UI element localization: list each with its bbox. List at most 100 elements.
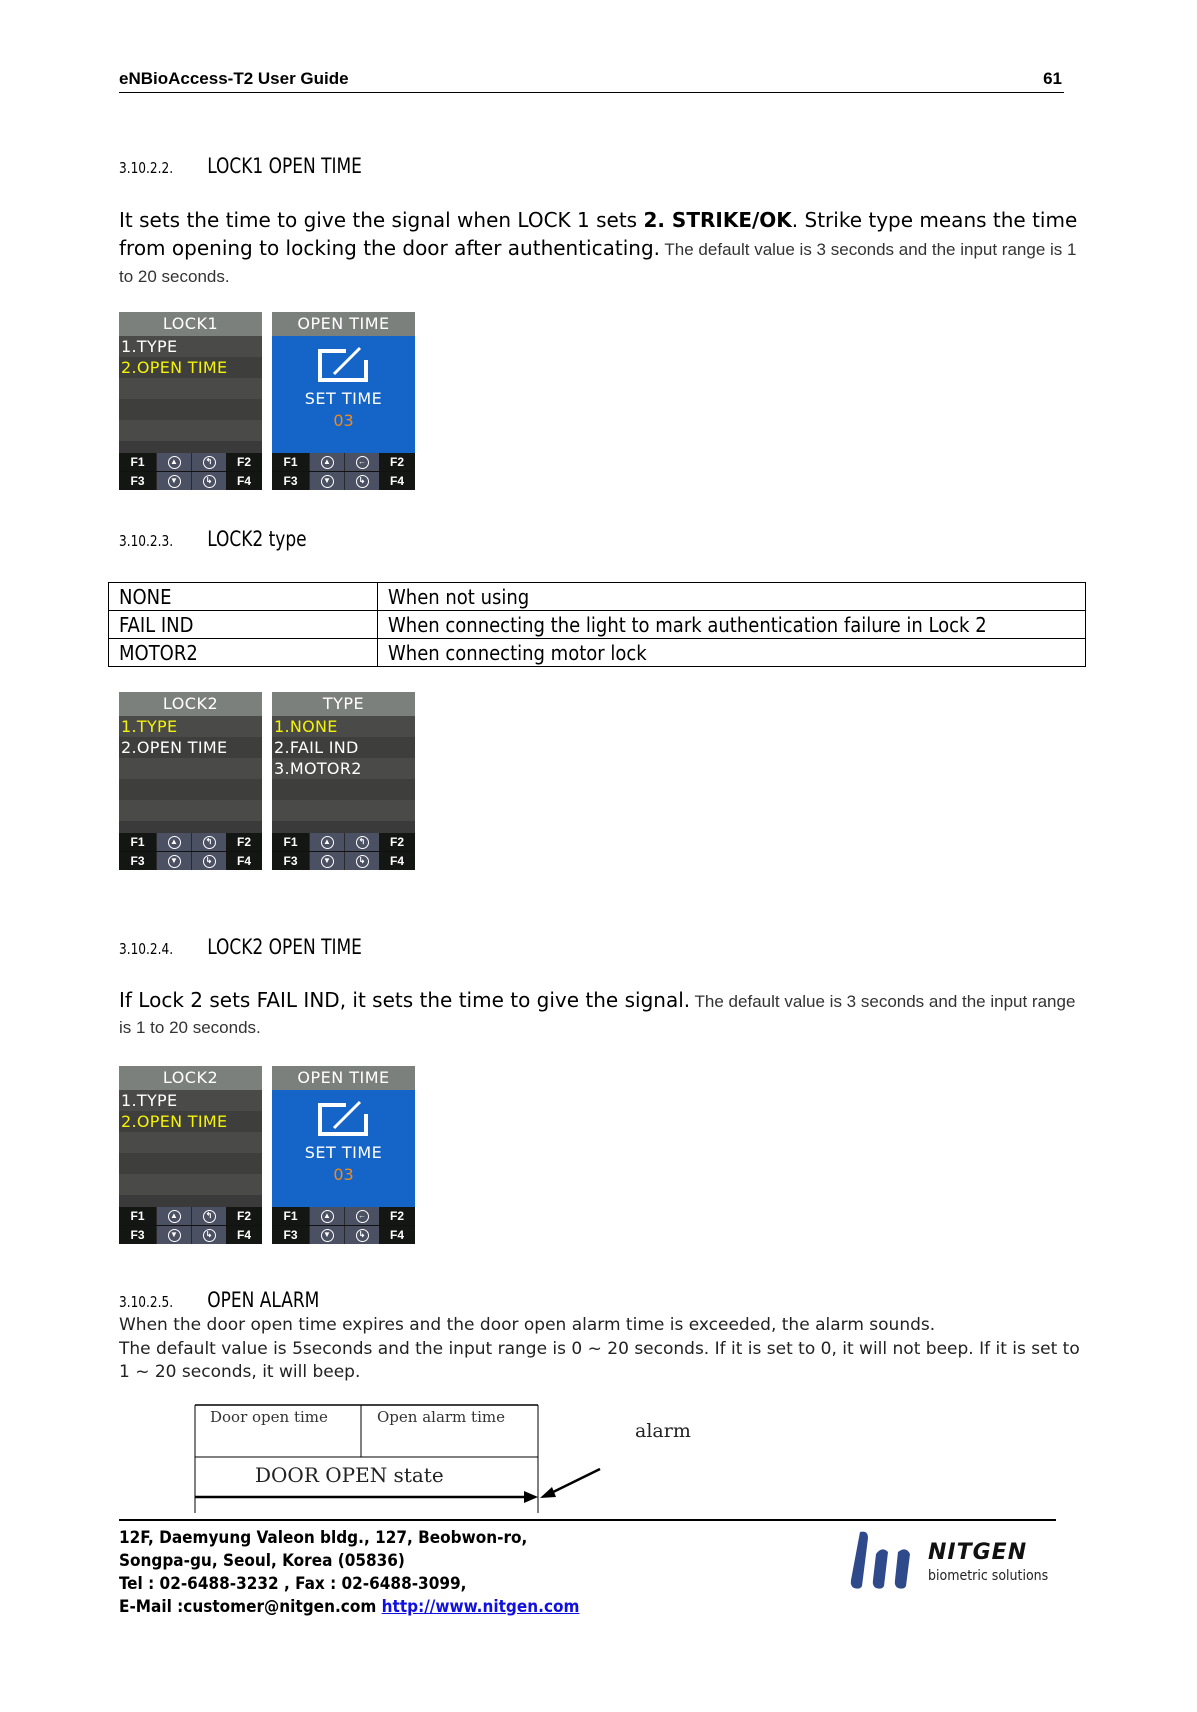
set-time-panel: SET TIME 03 [272,1090,415,1207]
left-key[interactable]: ← [344,453,379,471]
set-time-value[interactable]: 03 [272,1165,415,1184]
enter-key[interactable]: ↳ [344,852,379,870]
f1-key[interactable]: F1 [119,1207,156,1225]
up-key[interactable]: ▲ [156,1207,191,1225]
enter-key[interactable]: ↳ [344,472,379,490]
menu-item-open-time-selected[interactable]: 2.OPEN TIME [119,1111,262,1132]
f4-key[interactable]: F4 [226,1226,262,1244]
f3-key[interactable]: F3 [272,1226,309,1244]
enter-arrow-icon: ↳ [355,1228,369,1242]
screen-title: LOCK2 [119,692,262,716]
nitgen-logo-mark-icon [850,1531,910,1589]
section-number: 3.10.2.2. [119,159,174,177]
menu-list: 1.TYPE 2.OPEN TIME [119,1090,262,1207]
f4-key[interactable]: F4 [226,472,262,490]
up-key[interactable]: ▲ [156,833,191,851]
enter-key[interactable]: ↳ [191,852,226,870]
back-key[interactable]: ↰ [344,833,379,851]
down-key[interactable]: ▼ [309,472,344,490]
up-key[interactable]: ▲ [156,453,191,471]
f4-key[interactable]: F4 [379,472,415,490]
description-cell: When connecting the light to mark authen… [377,610,1086,639]
page-number: 61 [1043,69,1062,88]
menu-item-open-time-selected[interactable]: 2.OPEN TIME [119,357,262,378]
website-link[interactable]: http://www.nitgen.com [382,1597,580,1617]
down-arrow-icon: ▼ [320,854,334,868]
f3-key[interactable]: F3 [119,852,156,870]
enter-arrow-icon: ↳ [202,854,216,868]
menu-list: 1.TYPE 2.OPEN TIME [119,716,262,833]
f4-key[interactable]: F4 [379,852,415,870]
description-text: If Lock 2 sets FAIL IND, it sets the tim… [119,988,691,1012]
menu-item-type-selected[interactable]: 1.TYPE [119,716,262,737]
lock1-open-time-description: It sets the time to give the signal when… [119,206,1084,290]
f1-key[interactable]: F1 [119,453,156,471]
f2-key[interactable]: F2 [379,833,415,851]
menu-item-motor2[interactable]: 3.MOTOR2 [272,758,415,779]
down-key[interactable]: ▼ [156,472,191,490]
up-arrow-icon: ▲ [320,835,334,849]
door-open-time-label: Door open time [210,1408,328,1426]
device-keypad: F1 ▲ ← F2 F3 ▼ ↳ F4 [272,1207,415,1244]
f1-key[interactable]: F1 [119,833,156,851]
up-key[interactable]: ▲ [309,833,344,851]
down-key[interactable]: ▼ [309,852,344,870]
f2-key[interactable]: F2 [379,1207,415,1225]
down-key[interactable]: ▼ [156,1226,191,1244]
screen-title: LOCK1 [119,312,262,336]
back-key[interactable]: ↰ [191,1207,226,1225]
f2-key[interactable]: F2 [226,1207,262,1225]
f2-key[interactable]: F2 [379,453,415,471]
screen-title: OPEN TIME [272,312,415,336]
f2-key[interactable]: F2 [226,833,262,851]
down-arrow-icon: ▼ [167,1228,181,1242]
menu-item-type[interactable]: 1.TYPE [119,1090,262,1111]
menu-item-none-selected[interactable]: 1.NONE [272,716,415,737]
f4-key[interactable]: F4 [226,852,262,870]
up-key[interactable]: ▲ [309,1207,344,1225]
set-time-value[interactable]: 03 [272,411,415,430]
f1-key[interactable]: F1 [272,453,309,471]
down-key[interactable]: ▼ [309,1226,344,1244]
menu-item-empty [119,399,262,420]
menu-item-empty [272,800,415,821]
enter-key[interactable]: ↳ [191,472,226,490]
description-cell: When connecting motor lock [377,638,1086,667]
f3-key[interactable]: F3 [119,472,156,490]
device-screen-lock2-open-time: OPEN TIME SET TIME 03 F1 ▲ ← F2 F3 ▼ ↳ F… [272,1066,415,1244]
enter-key[interactable]: ↳ [344,1226,379,1244]
f3-key[interactable]: F3 [272,852,309,870]
screen-title: LOCK2 [119,1066,262,1090]
device-keypad: F1 ▲ ↰ F2 F3 ▼ ↳ F4 [119,453,262,490]
address-line-2: Songpa-gu, Seoul, Korea (05836) [119,1551,405,1571]
type-cell: MOTOR2 [108,638,378,667]
screen-title: OPEN TIME [272,1066,415,1090]
f1-key[interactable]: F1 [272,833,309,851]
menu-item-empty [119,1153,262,1174]
menu-item-fail-ind[interactable]: 2.FAIL IND [272,737,415,758]
menu-item-empty [119,800,262,821]
f3-key[interactable]: F3 [119,1226,156,1244]
menu-list: 1.NONE 2.FAIL IND 3.MOTOR2 [272,716,415,833]
f1-key[interactable]: F1 [272,1207,309,1225]
down-key[interactable]: ▼ [156,852,191,870]
f2-key[interactable]: F2 [226,453,262,471]
up-key[interactable]: ▲ [309,453,344,471]
menu-item-type[interactable]: 1.TYPE [119,336,262,357]
enter-key[interactable]: ↳ [191,1226,226,1244]
f3-key[interactable]: F3 [272,472,309,490]
device-keypad: F1 ▲ ← F2 F3 ▼ ↳ F4 [272,453,415,490]
footer-divider [119,1519,1056,1521]
open-alarm-line-1: When the door open time expires and the … [119,1315,936,1335]
left-key[interactable]: ← [344,1207,379,1225]
back-key[interactable]: ↰ [191,453,226,471]
open-alarm-line-2: The default value is 5seconds and the in… [119,1339,1080,1382]
back-key[interactable]: ↰ [191,833,226,851]
up-arrow-icon: ▲ [320,1209,334,1223]
device-keypad: F1 ▲ ↰ F2 F3 ▼ ↳ F4 [119,833,262,870]
lock2-type-table: NONE When not using FAIL IND When connec… [108,582,1086,667]
left-arrow-icon: ← [355,1209,369,1223]
menu-item-empty [119,1132,262,1153]
menu-item-open-time[interactable]: 2.OPEN TIME [119,737,262,758]
f4-key[interactable]: F4 [379,1226,415,1244]
